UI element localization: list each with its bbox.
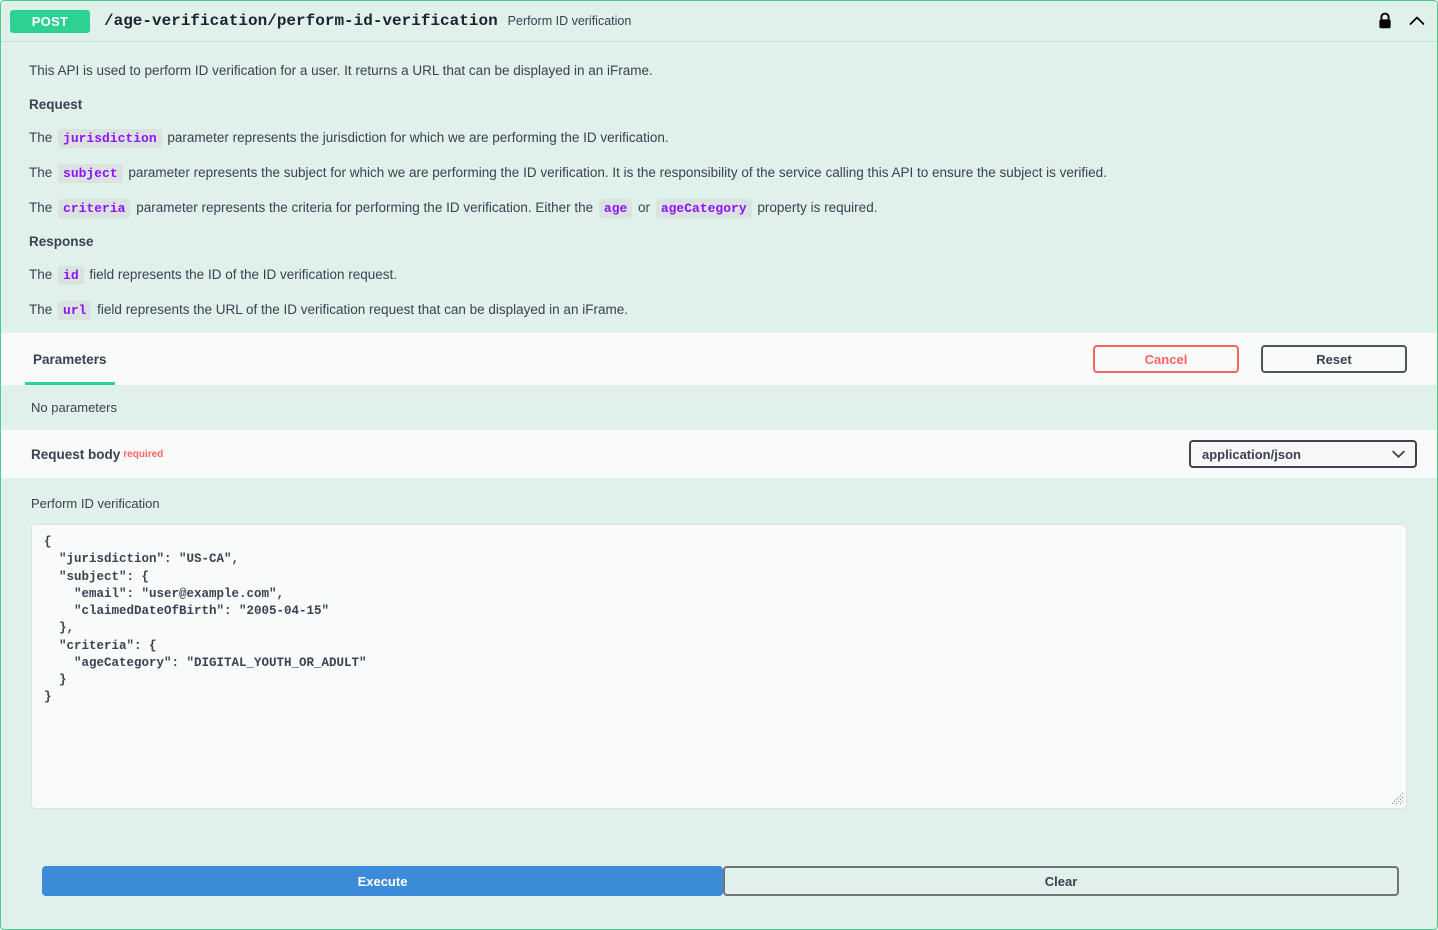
description-request-heading: Request (29, 97, 83, 113)
description-request-line-subject: The subject parameter represents the sub… (29, 163, 1409, 183)
code-subject: subject (58, 163, 123, 183)
code-url: url (58, 300, 92, 320)
operation-summary-header[interactable]: POST /age-verification/perform-id-verifi… (1, 1, 1437, 42)
request-body-editor[interactable]: { "jurisdiction": "US-CA", "subject": { … (31, 524, 1407, 809)
lock-icon[interactable] (1377, 12, 1393, 30)
request-body-title: Request body (31, 446, 121, 462)
cancel-button[interactable]: Cancel (1093, 345, 1239, 373)
code-id: id (58, 266, 84, 286)
description-request-line-jurisdiction: The jurisdiction parameter represents th… (29, 129, 1409, 149)
execute-button[interactable]: Execute (42, 866, 723, 896)
code-criteria: criteria (58, 198, 131, 218)
content-type-select[interactable]: application/json (1189, 440, 1417, 468)
text-after: field represents the URL of the ID verif… (93, 301, 628, 317)
request-body-editor-label: Perform ID verification (31, 496, 160, 511)
description-intro: This API is used to perform ID verificat… (29, 63, 653, 78)
text-before: The (29, 164, 57, 180)
text-mid: or (634, 199, 654, 215)
http-method-badge: POST (10, 9, 90, 33)
text-after: parameter represents the criteria for pe… (132, 199, 597, 215)
text-before: The (29, 301, 57, 317)
operation-summary-text: Perform ID verification (507, 14, 632, 28)
operation-path: /age-verification/perform-id-verificatio… (104, 12, 498, 30)
operation-description: This API is used to perform ID verificat… (1, 42, 1437, 333)
text-after: field represents the ID of the ID verifi… (85, 267, 398, 283)
chevron-up-icon[interactable] (1393, 11, 1427, 31)
execute-row: Execute Clear (1, 859, 1437, 903)
text-before: The (29, 130, 57, 146)
description-response-heading: Response (29, 234, 94, 250)
required-badge: required (123, 448, 164, 460)
text-after: parameter represents the subject for whi… (124, 164, 1107, 180)
operation-block: POST /age-verification/perform-id-verifi… (0, 0, 1438, 930)
chevron-down-icon (1392, 447, 1405, 462)
request-body-json[interactable]: { "jurisdiction": "US-CA", "subject": { … (32, 525, 1406, 716)
description-response-line-url: The url field represents the URL of the … (29, 300, 1409, 320)
request-body-area: Perform ID verification { "jurisdiction"… (1, 478, 1437, 859)
reset-button[interactable]: Reset (1261, 345, 1407, 373)
text-after: parameter represents the jurisdiction fo… (163, 130, 669, 146)
parameters-toolbar: Parameters Cancel Reset (1, 333, 1437, 385)
text-tail: property is required. (753, 199, 878, 215)
request-body-header: Request body required application/json (1, 430, 1437, 478)
no-parameters-text: No parameters (31, 400, 117, 415)
description-request-line-criteria: The criteria parameter represents the cr… (29, 198, 1409, 218)
code-age-category: ageCategory (655, 198, 752, 218)
text-before: The (29, 267, 57, 283)
description-response-line-id: The id field represents the ID of the ID… (29, 266, 1409, 286)
text-before: The (29, 199, 57, 215)
content-type-value: application/json (1202, 446, 1301, 462)
parameters-empty-row: No parameters (1, 385, 1437, 430)
tab-parameters[interactable]: Parameters (23, 333, 117, 385)
resize-grip-icon[interactable] (1390, 792, 1404, 806)
code-age: age (598, 198, 633, 218)
clear-button[interactable]: Clear (723, 866, 1399, 896)
tab-parameters-label: Parameters (33, 351, 107, 367)
code-jurisdiction: jurisdiction (58, 129, 162, 149)
